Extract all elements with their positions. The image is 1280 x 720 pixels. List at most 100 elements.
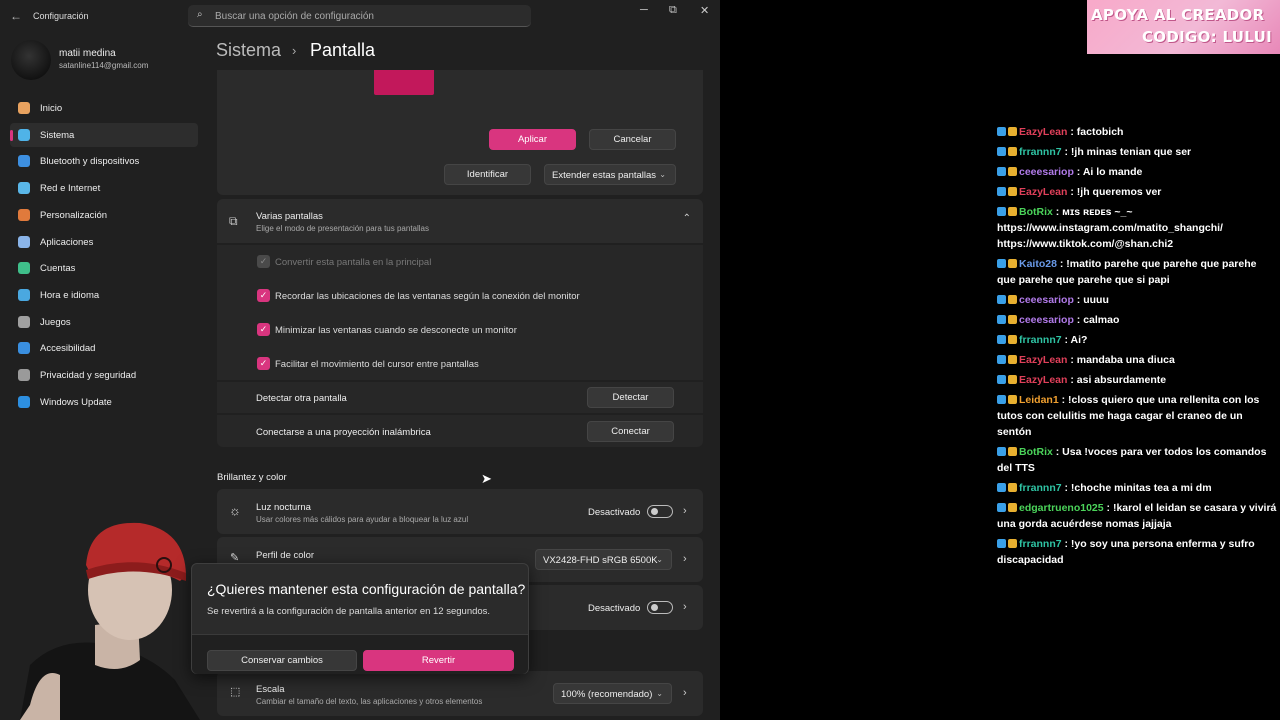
- cancel-button[interactable]: Cancelar: [589, 129, 676, 150]
- chat-username[interactable]: EazyLean: [1019, 126, 1067, 138]
- monitor-tile[interactable]: [374, 70, 434, 95]
- scale-icon: ⬚: [230, 686, 241, 698]
- apply-button[interactable]: Aplicar: [489, 129, 576, 150]
- search-icon: ⌕: [197, 9, 203, 20]
- keep-display-dialog: ¿Quieres mantener esta configuración de …: [191, 563, 529, 674]
- revert-button[interactable]: Revertir: [363, 650, 514, 671]
- sidebar-item-2[interactable]: Bluetooth y dispositivos: [10, 149, 198, 173]
- badge-icon: [997, 539, 1006, 548]
- checkbox-minimize-windows[interactable]: ✓: [257, 323, 270, 336]
- multiple-displays-subtitle: Elige el modo de presentación para tus p…: [256, 224, 429, 233]
- profile-email: satanline114@gmail.com: [59, 61, 149, 70]
- sidebar-item-label: Cuentas: [40, 263, 76, 275]
- sidebar-item-5[interactable]: Aplicaciones: [10, 230, 198, 254]
- gamepad-icon: [18, 315, 30, 328]
- chat-username[interactable]: EazyLean: [1019, 186, 1067, 198]
- maximize-icon[interactable]: ⧉: [669, 4, 677, 17]
- chat-text: : mandaba una diuca: [1067, 354, 1175, 366]
- badge-icon: [1008, 187, 1017, 196]
- sidebar-item-7[interactable]: Hora e idioma: [10, 283, 198, 307]
- badge-icon: [997, 335, 1006, 344]
- chat-text: : !jh queremos ver: [1067, 186, 1162, 198]
- color-profile-value: VX2428-FHD sRGB 6500K: [543, 555, 658, 566]
- sidebar-item-1[interactable]: Sistema: [10, 122, 198, 147]
- identify-button[interactable]: Identificar: [444, 164, 531, 185]
- color-profile-dropdown[interactable]: VX2428-FHD sRGB 6500K ⌄: [535, 549, 672, 570]
- sidebar-item-label: Accesibilidad: [40, 343, 96, 355]
- hdr-toggle[interactable]: [647, 601, 673, 614]
- chat-username[interactable]: edgartrueno1025: [1019, 502, 1104, 514]
- night-light-title: Luz nocturna: [256, 502, 311, 513]
- apps-icon: [18, 235, 30, 248]
- sidebar-item-4[interactable]: Personalización: [10, 203, 198, 227]
- checkbox-remember-windows[interactable]: ✓: [257, 289, 270, 302]
- accessibility-icon: [18, 342, 30, 355]
- badge-icon: [1008, 335, 1017, 344]
- chat-text: : uuuu: [1073, 294, 1109, 306]
- chat-username[interactable]: ceeesariop: [1019, 294, 1074, 306]
- settings-window: ← Configuración ⌕ Buscar una opción de c…: [0, 0, 720, 720]
- chat-username[interactable]: Kaito28: [1019, 258, 1057, 270]
- chat-username[interactable]: BotRix: [1019, 206, 1053, 218]
- minimize-icon[interactable]: ─: [640, 4, 648, 16]
- connect-button[interactable]: Conectar: [587, 421, 674, 442]
- sidebar-item-10[interactable]: Privacidad y seguridad: [10, 363, 198, 387]
- chevron-up-icon: ⌃: [682, 213, 691, 224]
- dialog-body: Se revertirá a la configuración de panta…: [207, 606, 491, 617]
- chat-username[interactable]: BotRix: [1019, 446, 1053, 458]
- breadcrumb-parent[interactable]: Sistema: [216, 40, 281, 61]
- detect-button[interactable]: Detectar: [587, 387, 674, 408]
- chat-text: : !jh minas tenian que ser: [1061, 146, 1192, 158]
- sidebar-item-8[interactable]: Juegos: [10, 310, 198, 334]
- badge-icon: [1008, 395, 1017, 404]
- chat-username[interactable]: frrannn7: [1019, 538, 1062, 550]
- chat-username[interactable]: Leidan1: [1019, 394, 1059, 406]
- sidebar-item-6[interactable]: Cuentas: [10, 256, 198, 280]
- chat-username[interactable]: EazyLean: [1019, 374, 1067, 386]
- search-box[interactable]: ⌕ Buscar una opción de configuración: [188, 5, 531, 27]
- sidebar-item-9[interactable]: Accesibilidad: [10, 336, 198, 360]
- badge-icon: [997, 395, 1006, 404]
- stream-chat: EazyLean : factobich frrannn7 : !jh minas…: [997, 124, 1277, 572]
- scale-row[interactable]: ⬚ Escala Cambiar el tamaño del texto, la…: [217, 671, 703, 716]
- chat-username[interactable]: EazyLean: [1019, 354, 1067, 366]
- keep-changes-button[interactable]: Conservar cambios: [207, 650, 357, 671]
- chat-message: BotRix : ᴍɪs ʀᴇᴅᴇs ~_~ https://www.insta…: [997, 204, 1277, 252]
- chevron-down-icon: ⌄: [656, 689, 663, 698]
- sidebar-item-11[interactable]: Windows Update: [10, 390, 198, 414]
- chat-message: EazyLean : mandaba una diuca: [997, 352, 1277, 368]
- sidebar-item-label: Hora e idioma: [40, 289, 100, 301]
- detect-label: Detectar otra pantalla: [256, 393, 347, 404]
- sun-icon: ☼: [229, 503, 241, 518]
- streamer-avatar: [20, 522, 200, 720]
- badge-icon: [997, 503, 1006, 512]
- chat-text: : factobich: [1067, 126, 1124, 138]
- badge-icon: [997, 355, 1006, 364]
- badge-icon: [1008, 375, 1017, 384]
- wifi-icon: [18, 182, 30, 195]
- sidebar-item-label: Juegos: [40, 316, 71, 328]
- chat-username[interactable]: frrannn7: [1019, 146, 1062, 158]
- chat-message: frrannn7 : !yo soy una persona enferma y…: [997, 536, 1277, 568]
- chat-username[interactable]: ceeesariop: [1019, 166, 1074, 178]
- system-icon: [18, 128, 30, 141]
- chevron-down-icon: ⌄: [656, 555, 663, 564]
- multiple-displays-header[interactable]: ⧉ Varias pantallas Elige el modo de pres…: [217, 199, 703, 243]
- scale-dropdown[interactable]: 100% (recomendado) ⌄: [553, 683, 672, 704]
- night-light-row[interactable]: ☼ Luz nocturna Usar colores más cálidos …: [217, 489, 703, 534]
- chat-username[interactable]: frrannn7: [1019, 334, 1062, 346]
- checkbox-ease-cursor[interactable]: ✓: [257, 357, 270, 370]
- chat-username[interactable]: frrannn7: [1019, 482, 1062, 494]
- sidebar-item-label: Sistema: [40, 129, 75, 141]
- chat-message: edgartrueno1025 : !karol el leidan se ca…: [997, 500, 1277, 532]
- close-icon[interactable]: ✕: [700, 4, 709, 17]
- home-icon: [18, 102, 30, 114]
- back-arrow-icon[interactable]: ←: [10, 9, 22, 23]
- sidebar-item-3[interactable]: Red e Internet: [10, 176, 198, 200]
- chat-username[interactable]: ceeesariop: [1019, 314, 1074, 326]
- night-light-toggle[interactable]: [647, 505, 673, 518]
- extend-displays-dropdown[interactable]: Extender estas pantallas ⌄: [544, 164, 676, 185]
- sidebar-item-0[interactable]: Inicio: [10, 96, 198, 120]
- chat-message: frrannn7 : !jh minas tenian que ser: [997, 144, 1277, 160]
- scale-value: 100% (recomendado): [561, 689, 653, 700]
